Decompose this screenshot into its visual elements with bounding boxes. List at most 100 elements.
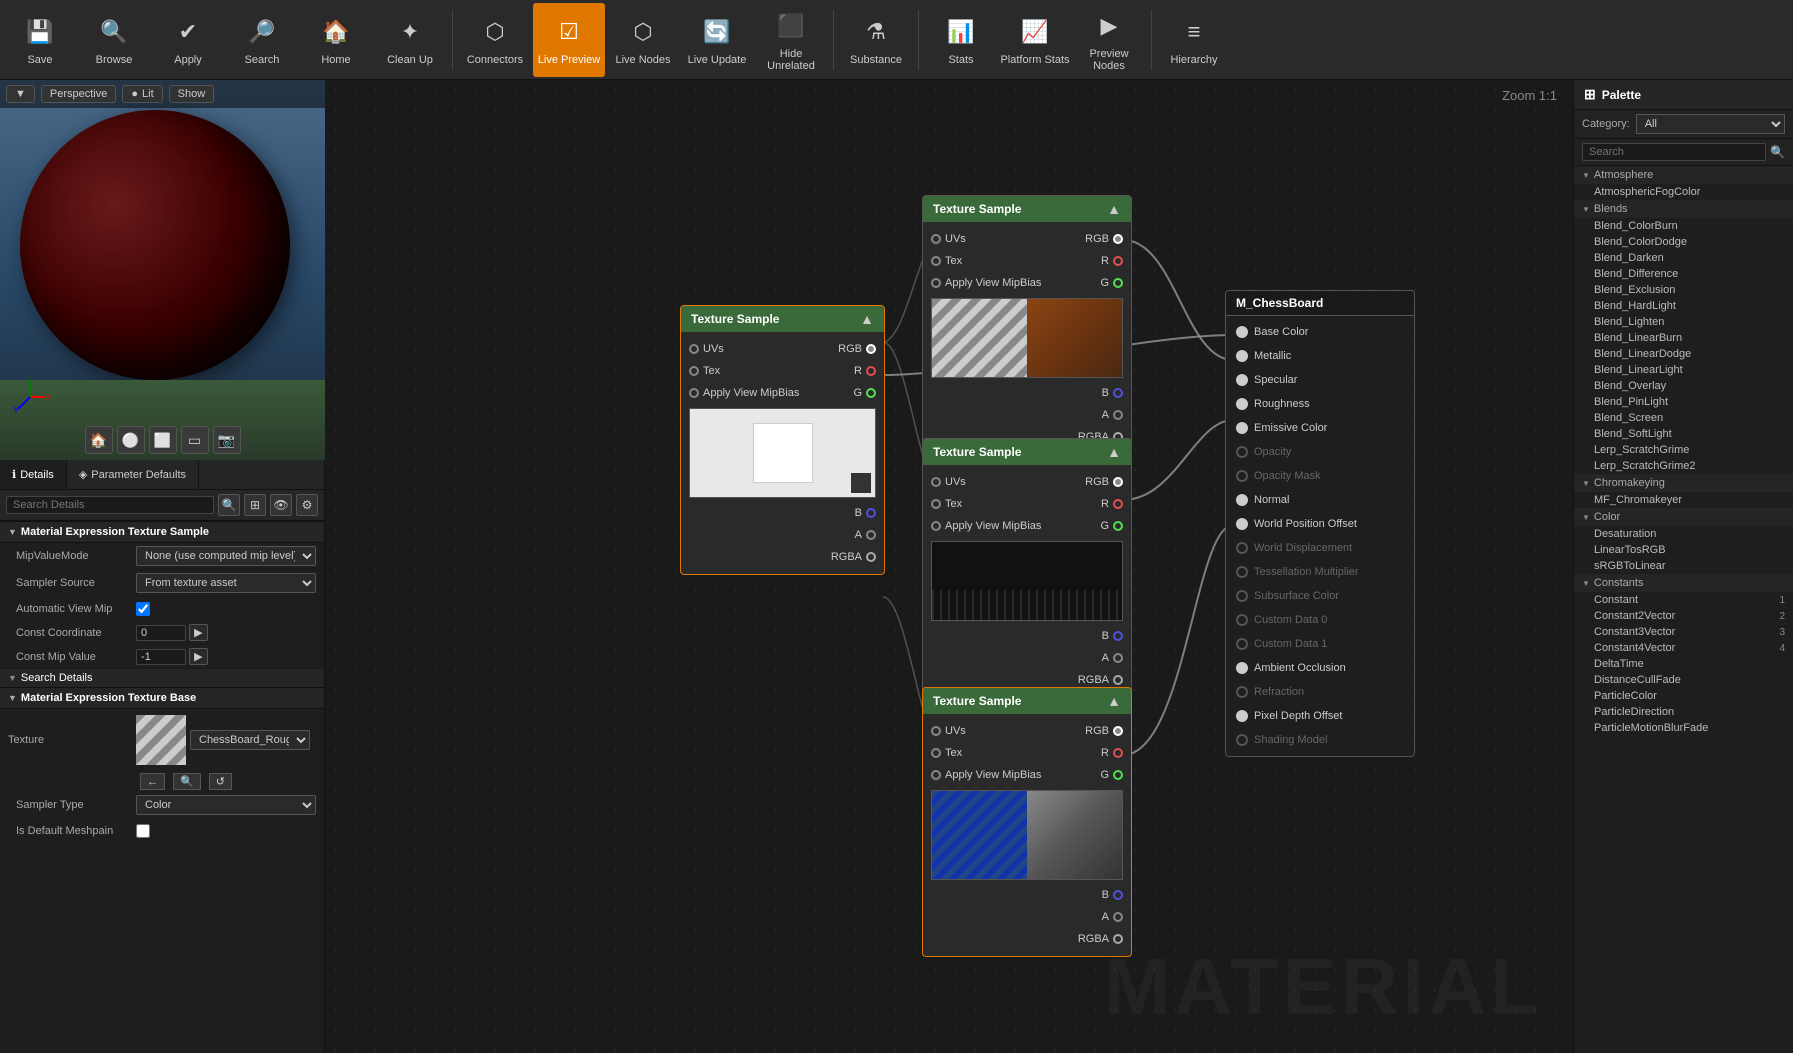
palette-item-atmosphericfog[interactable]: AtmosphericFogColor — [1574, 184, 1793, 200]
auto-mip-checkbox[interactable] — [136, 602, 150, 616]
palette-item-particlemotionblur[interactable]: ParticleMotionBlurFade — [1574, 720, 1793, 736]
node1-close[interactable]: ▲ — [860, 311, 874, 327]
palette-item-constant2vec[interactable]: Constant2Vector 2 — [1574, 608, 1793, 624]
viewport-ctrl-sphere[interactable]: ⚪ — [117, 426, 145, 454]
palette-search-input[interactable] — [1582, 143, 1766, 161]
node3-uvs-in: UVs — [931, 476, 966, 488]
substance-button[interactable]: ⚗ Substance — [840, 3, 912, 77]
palette-item-distancecullfade[interactable]: DistanceCullFade — [1574, 672, 1793, 688]
show-btn[interactable]: Show — [169, 85, 215, 103]
sampler-source-dropdown[interactable]: From texture asset — [136, 573, 316, 593]
cleanup-button[interactable]: ✦ Clean Up — [374, 3, 446, 77]
viewport-dropdown-btn[interactable]: ▼ — [6, 85, 35, 103]
const-mip-input[interactable] — [136, 649, 186, 665]
palette-item-colorburn[interactable]: Blend_ColorBurn — [1574, 218, 1793, 234]
palette-item-srgbtolinear[interactable]: sRGBToLinear — [1574, 558, 1793, 574]
stats-button[interactable]: 📊 Stats — [925, 3, 997, 77]
viewport-ctrl-box[interactable]: ⬜ — [149, 426, 177, 454]
mipvaluemode-dropdown[interactable]: None (use computed mip level) — [136, 546, 316, 566]
texture-node-1[interactable]: Texture Sample ▲ UVs RGB — [680, 305, 885, 575]
palette-item-pinlight[interactable]: Blend_PinLight — [1574, 394, 1793, 410]
palette-item-particlecolor[interactable]: ParticleColor — [1574, 688, 1793, 704]
viewport-ctrl-house[interactable]: 🏠 — [85, 426, 113, 454]
palette-item-softlight[interactable]: Blend_SoftLight — [1574, 426, 1793, 442]
palette-item-linearburn[interactable]: Blend_LinearBurn — [1574, 330, 1793, 346]
texture-arrow-left[interactable]: ← — [140, 773, 165, 790]
palette-item-difference[interactable]: Blend_Difference — [1574, 266, 1793, 282]
palette-item-hardlight[interactable]: Blend_HardLight — [1574, 298, 1793, 314]
node4-close[interactable]: ▲ — [1107, 693, 1121, 709]
liveupdate-button[interactable]: 🔄 Live Update — [681, 3, 753, 77]
hierarchy-button[interactable]: ≡ Hierarchy — [1158, 3, 1230, 77]
const-coord-expand[interactable]: ▶ — [189, 624, 207, 641]
palette-item-colordodge[interactable]: Blend_ColorDodge — [1574, 234, 1793, 250]
node-graph[interactable]: Zoom 1:1 MATERIAL Texture Sample ▲ — [325, 80, 1573, 1053]
viewport-ctrl-plane[interactable]: ▭ — [181, 426, 209, 454]
search-button[interactable]: 🔎 Search — [226, 3, 298, 77]
livepreview-button[interactable]: ☑ Live Preview — [533, 3, 605, 77]
parameter-defaults-tab[interactable]: ◈ Parameter Defaults — [67, 460, 199, 489]
palette-group-chromakeying[interactable]: Chromakeying — [1574, 474, 1793, 492]
node2-close[interactable]: ▲ — [1107, 201, 1121, 217]
viewport-ctrl-camera[interactable]: 📷 — [213, 426, 241, 454]
details-eye-btn[interactable]: 👁 — [270, 494, 292, 516]
texture-search-btn[interactable]: 🔍 — [173, 773, 201, 790]
perspective-btn[interactable]: Perspective — [41, 85, 116, 103]
palette-item-lineardodge[interactable]: Blend_LinearDodge — [1574, 346, 1793, 362]
palette-item-overlay[interactable]: Blend_Overlay — [1574, 378, 1793, 394]
details-grid-btn[interactable]: ⊞ — [244, 494, 266, 516]
details-search-icon-btn[interactable]: 🔍 — [218, 494, 240, 516]
palette-item-linearlight[interactable]: Blend_LinearLight — [1574, 362, 1793, 378]
platformstats-button[interactable]: 📈 Platform Stats — [999, 3, 1071, 77]
const-mip-expand[interactable]: ▶ — [189, 648, 207, 665]
previewnodes-button[interactable]: ▶ Preview Nodes — [1073, 3, 1145, 77]
browse-button[interactable]: 🔍 Browse — [78, 3, 150, 77]
palette-item-chromakeyer[interactable]: MF_Chromakeyer — [1574, 492, 1793, 508]
palette-group-blends[interactable]: Blends — [1574, 200, 1793, 218]
const-coord-input[interactable] — [136, 625, 186, 641]
details-cog-btn[interactable]: ⚙ — [296, 494, 318, 516]
material-node[interactable]: M_ChessBoard Base Color Metallic Specula… — [1225, 290, 1415, 757]
lit-btn[interactable]: ● Lit — [122, 85, 162, 103]
details-search-input[interactable] — [6, 496, 214, 514]
texture-base-header[interactable]: Material Expression Texture Base — [0, 688, 324, 709]
node3-close[interactable]: ▲ — [1107, 444, 1121, 460]
node4-title: Texture Sample — [933, 694, 1021, 708]
palette-category-select[interactable]: All — [1636, 114, 1785, 134]
texture-node-2[interactable]: Texture Sample ▲ UVs RGB — [922, 195, 1132, 455]
palette-item-desaturation[interactable]: Desaturation — [1574, 526, 1793, 542]
palette-item-lerpgrime2[interactable]: Lerp_ScratchGrime2 — [1574, 458, 1793, 474]
palette-item-deltatime[interactable]: DeltaTime — [1574, 656, 1793, 672]
palette-group-atmosphere[interactable]: Atmosphere — [1574, 166, 1793, 184]
palette-item-particledirection[interactable]: ParticleDirection — [1574, 704, 1793, 720]
palette-item-darken[interactable]: Blend_Darken — [1574, 250, 1793, 266]
default-meshpain-checkbox[interactable] — [136, 824, 150, 838]
texture-label: Texture — [8, 734, 128, 746]
texture-refresh-btn[interactable]: ↺ — [209, 773, 232, 790]
material-expression-header[interactable]: Material Expression Texture Sample — [0, 522, 324, 543]
save-button[interactable]: 💾 Save — [4, 3, 76, 77]
texture-name-dropdown[interactable]: ChessBoard_Rough — [190, 730, 310, 750]
mat-specular-row: Specular — [1226, 368, 1414, 392]
palette-item-lineartosrgb[interactable]: LinearTosRGB — [1574, 542, 1793, 558]
hideunrelated-button[interactable]: ⬛ Hide Unrelated — [755, 3, 827, 77]
palette-item-screen[interactable]: Blend_Screen — [1574, 410, 1793, 426]
palette-group-constants[interactable]: Constants — [1574, 574, 1793, 592]
palette-item-constant[interactable]: Constant 1 — [1574, 592, 1793, 608]
palette-item-constant4vec[interactable]: Constant4Vector 4 — [1574, 640, 1793, 656]
palette-item-lerpgrime[interactable]: Lerp_ScratchGrime — [1574, 442, 1793, 458]
sampler-type-dropdown[interactable]: Color — [136, 795, 316, 815]
palette-item-exclusion[interactable]: Blend_Exclusion — [1574, 282, 1793, 298]
home-button[interactable]: 🏠 Home — [300, 3, 372, 77]
palette-item-constant3vec[interactable]: Constant3Vector 3 — [1574, 624, 1793, 640]
details-search-bar: 🔍 ⊞ 👁 ⚙ — [0, 490, 324, 521]
texture-node-3[interactable]: Texture Sample ▲ UVs RGB — [922, 438, 1132, 698]
connectors-button[interactable]: ⬡ Connectors — [459, 3, 531, 77]
texture-node-4[interactable]: Texture Sample ▲ UVs RGB — [922, 687, 1132, 957]
details-tab[interactable]: ℹ Details — [0, 460, 67, 489]
palette-item-lighten[interactable]: Blend_Lighten — [1574, 314, 1793, 330]
hierarchy-icon: ≡ — [1176, 14, 1212, 50]
palette-group-color[interactable]: Color — [1574, 508, 1793, 526]
livenodes-button[interactable]: ⬡ Live Nodes — [607, 3, 679, 77]
apply-button[interactable]: ✔ Apply — [152, 3, 224, 77]
